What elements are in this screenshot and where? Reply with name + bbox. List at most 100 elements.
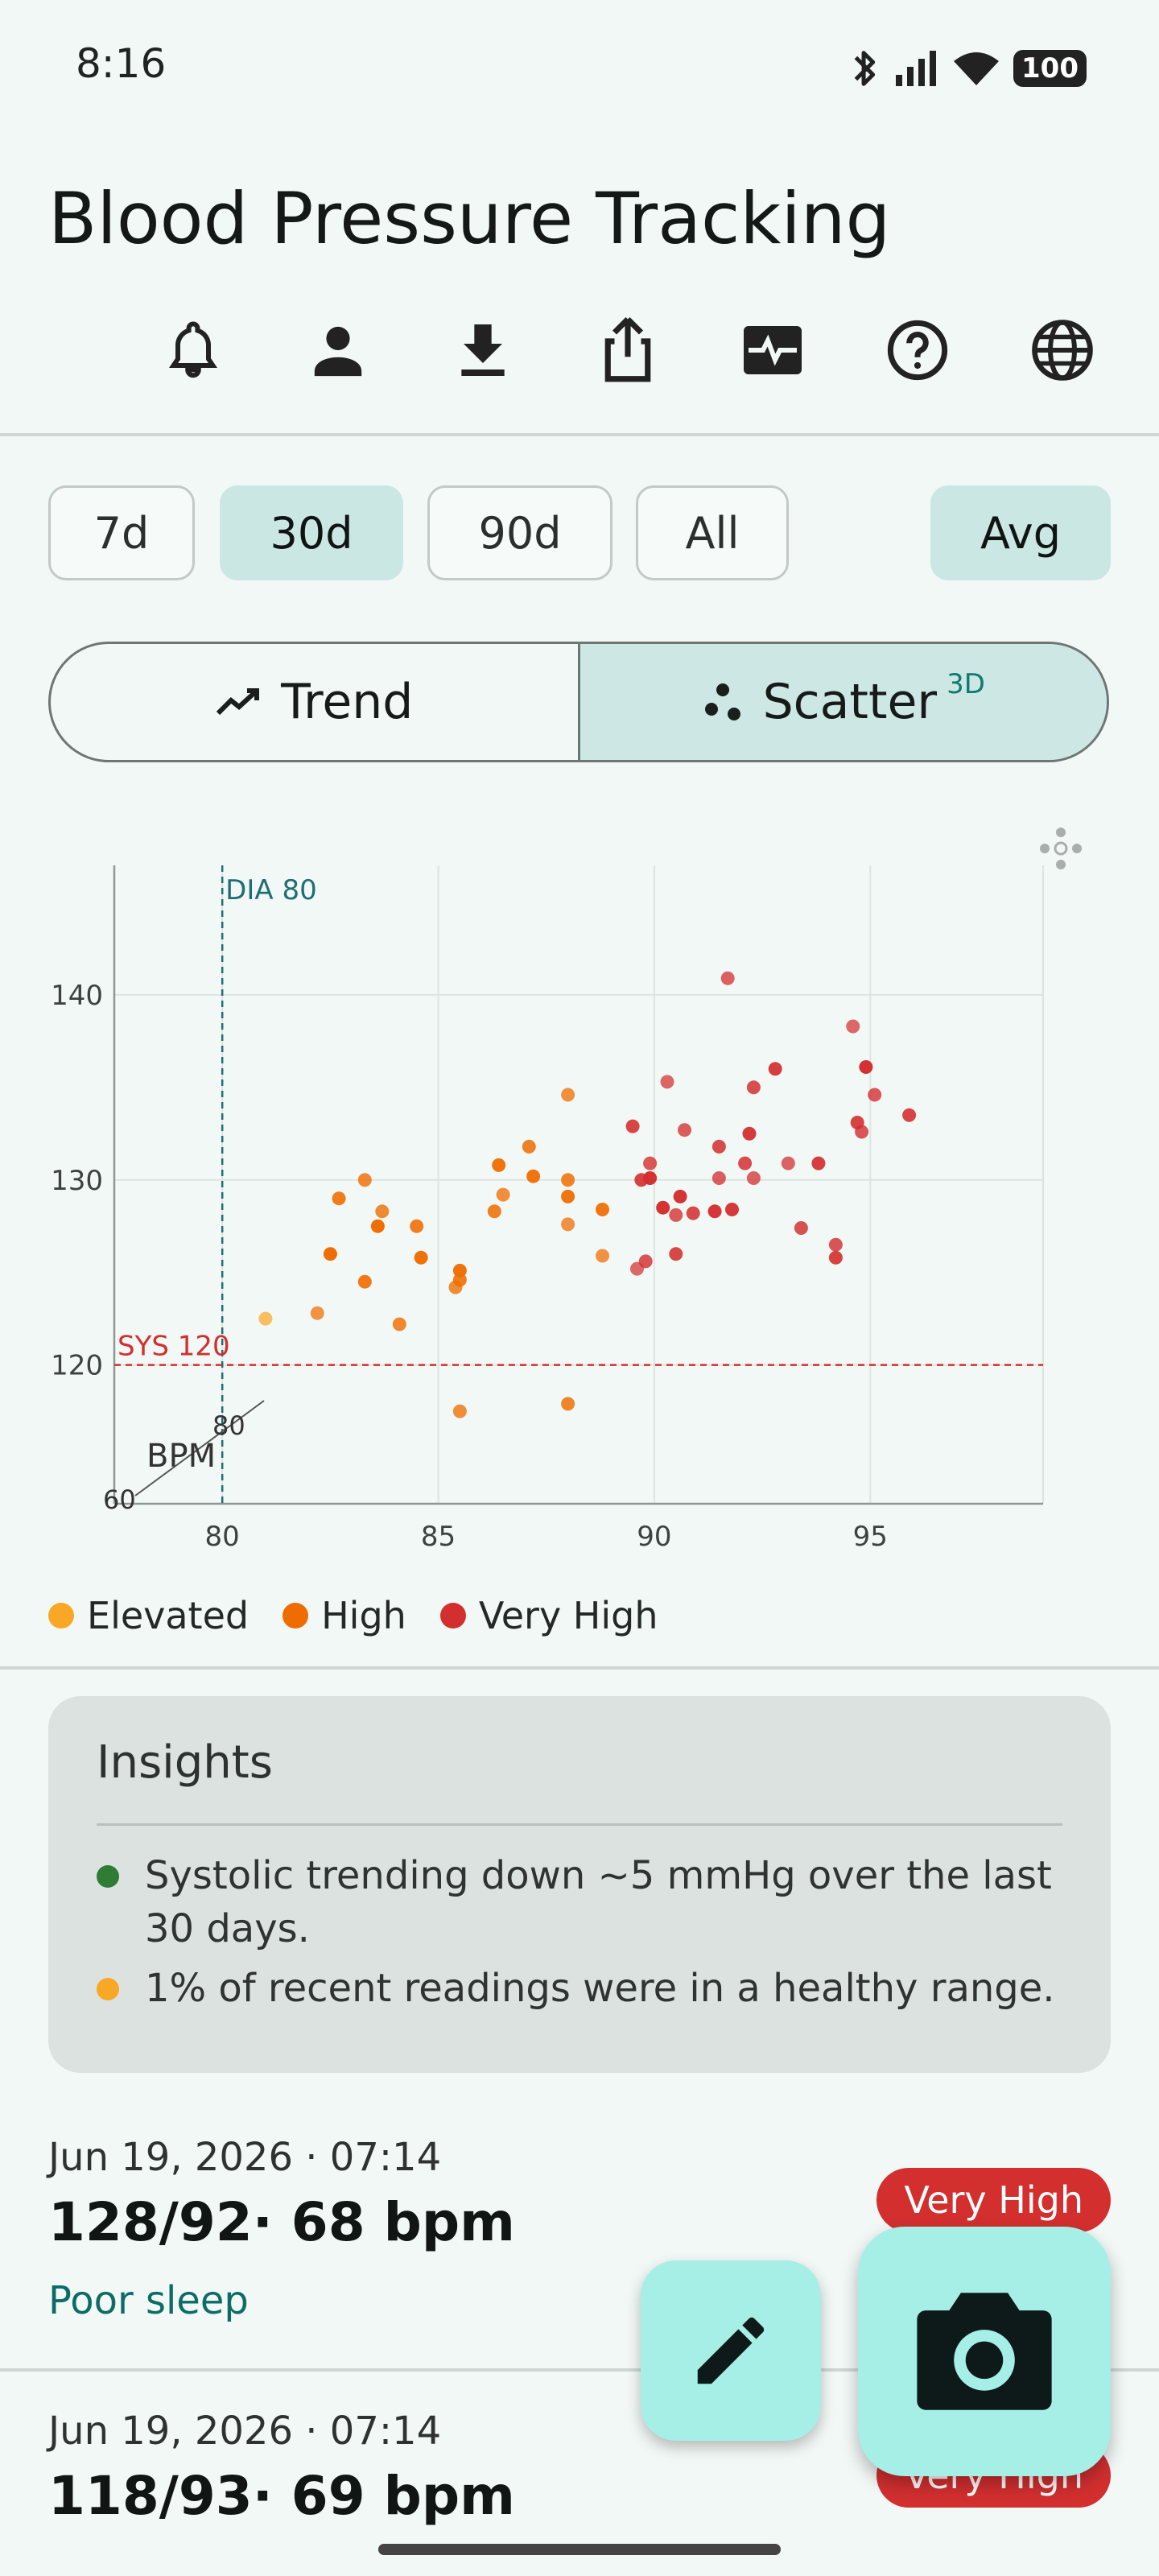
data-point [332,1191,346,1206]
data-point [561,1217,575,1232]
data-point [794,1221,808,1235]
data-point [375,1204,390,1219]
insights-card: Insights Systolic trending down ~5 mmHg … [48,1696,1111,2073]
data-point [596,1249,609,1263]
camera-icon [917,2293,1052,2410]
chip-30d[interactable]: 30d [220,485,403,580]
legend-label: Very High [478,1594,658,1637]
status-icons: 100 [849,40,1087,97]
data-point [492,1158,506,1172]
reference-line-label: DIA 80 [225,874,317,906]
data-point [711,1139,726,1154]
y-tick-label: 140 [51,980,103,1012]
bluetooth-icon [854,51,876,86]
reading-date: Jun 19, 2026 · 07:14 [48,2135,442,2180]
data-point [859,1060,873,1074]
vitals-icon[interactable] [732,310,813,390]
legend-swatch [283,1603,309,1629]
chip-all[interactable]: All [636,485,789,580]
toolbar [153,310,1135,398]
data-point [452,1404,467,1418]
bpm-tick-label: 80 [212,1410,245,1441]
tab-trend[interactable]: Trend [51,644,578,760]
data-point [638,1254,653,1269]
globe-icon[interactable] [1022,310,1103,390]
data-point [669,1208,683,1222]
camera-fab[interactable] [858,2227,1111,2476]
data-point [868,1088,882,1102]
data-point [707,1204,722,1219]
insight-text: 1% of recent readings were in a healthy … [145,1966,1055,2011]
bpm-tick-label: 60 [103,1484,136,1515]
data-point [846,1019,860,1034]
wifi-icon [954,52,1000,85]
data-point [561,1088,575,1102]
view-toggle: Trend Scatter 3D [48,642,1109,762]
status-badge: Very High [876,2168,1111,2232]
legend-label: High [321,1594,406,1637]
data-point [828,1237,843,1252]
reference-line-label: SYS 120 [118,1331,230,1363]
scatter-3d-badge: 3D [947,668,985,700]
legend-item-high: High [283,1594,406,1637]
data-point [357,1173,372,1187]
home-indicator[interactable] [378,2544,781,2555]
data-point [725,1203,739,1216]
legend-swatch [48,1603,74,1629]
move-handle-icon[interactable] [1040,828,1082,869]
status-time: 8:16 [76,40,167,87]
reading-note: Poor sleep [48,2278,249,2323]
data-point [746,1080,761,1095]
bpm-axis: 60 80BPM [103,1400,265,1515]
data-point [711,1171,726,1185]
reading-value: 118/93· 69 bpm [48,2465,515,2527]
chip-7d[interactable]: 7d [48,485,195,580]
tab-trend-label: Trend [281,674,414,730]
data-point [673,1189,687,1203]
trend-icon [217,688,260,716]
legend-item-very-high: Very High [439,1594,658,1637]
data-point [561,1189,575,1203]
x-tick-label: 95 [853,1521,888,1553]
data-point [656,1200,670,1215]
help-icon[interactable] [877,310,958,390]
edit-fab[interactable] [641,2260,821,2441]
data-point [902,1108,917,1122]
chart-legend: Elevated High Very High [48,1594,658,1637]
person-icon[interactable] [298,310,378,390]
data-point [414,1250,428,1265]
data-point [410,1219,424,1233]
data-point [370,1219,385,1233]
insight-text: Systolic trending down ~5 mmHg over the … [145,1853,1052,1951]
tab-scatter-label: Scatter [762,674,938,730]
data-point [561,1397,575,1411]
data-point [522,1139,536,1154]
data-point [828,1250,843,1265]
chart-points [258,971,917,1418]
chip-90d[interactable]: 90d [427,485,612,580]
insights-divider [97,1823,1062,1826]
data-point [678,1123,691,1137]
data-point [357,1274,372,1289]
bell-icon[interactable] [153,310,233,390]
x-tick-label: 80 [205,1521,240,1553]
data-point [811,1156,826,1170]
y-tick-label: 120 [51,1350,103,1382]
data-point [596,1203,609,1216]
battery-icon: 100 [1013,50,1087,87]
data-point [660,1075,674,1089]
download-icon[interactable] [443,310,523,390]
x-tick-label: 85 [421,1521,456,1553]
insights-title: Insights [97,1736,273,1789]
page-title: Blood Pressure Tracking [48,177,891,260]
share-icon[interactable] [588,310,668,390]
data-point [781,1156,795,1170]
data-point [561,1173,575,1187]
avg-chip[interactable]: Avg [930,485,1111,580]
y-tick-label: 130 [51,1165,103,1197]
data-point [310,1306,324,1320]
divider [0,1666,1159,1670]
divider [0,433,1159,436]
data-point [669,1247,683,1261]
tab-scatter[interactable]: Scatter 3D [577,644,1107,760]
